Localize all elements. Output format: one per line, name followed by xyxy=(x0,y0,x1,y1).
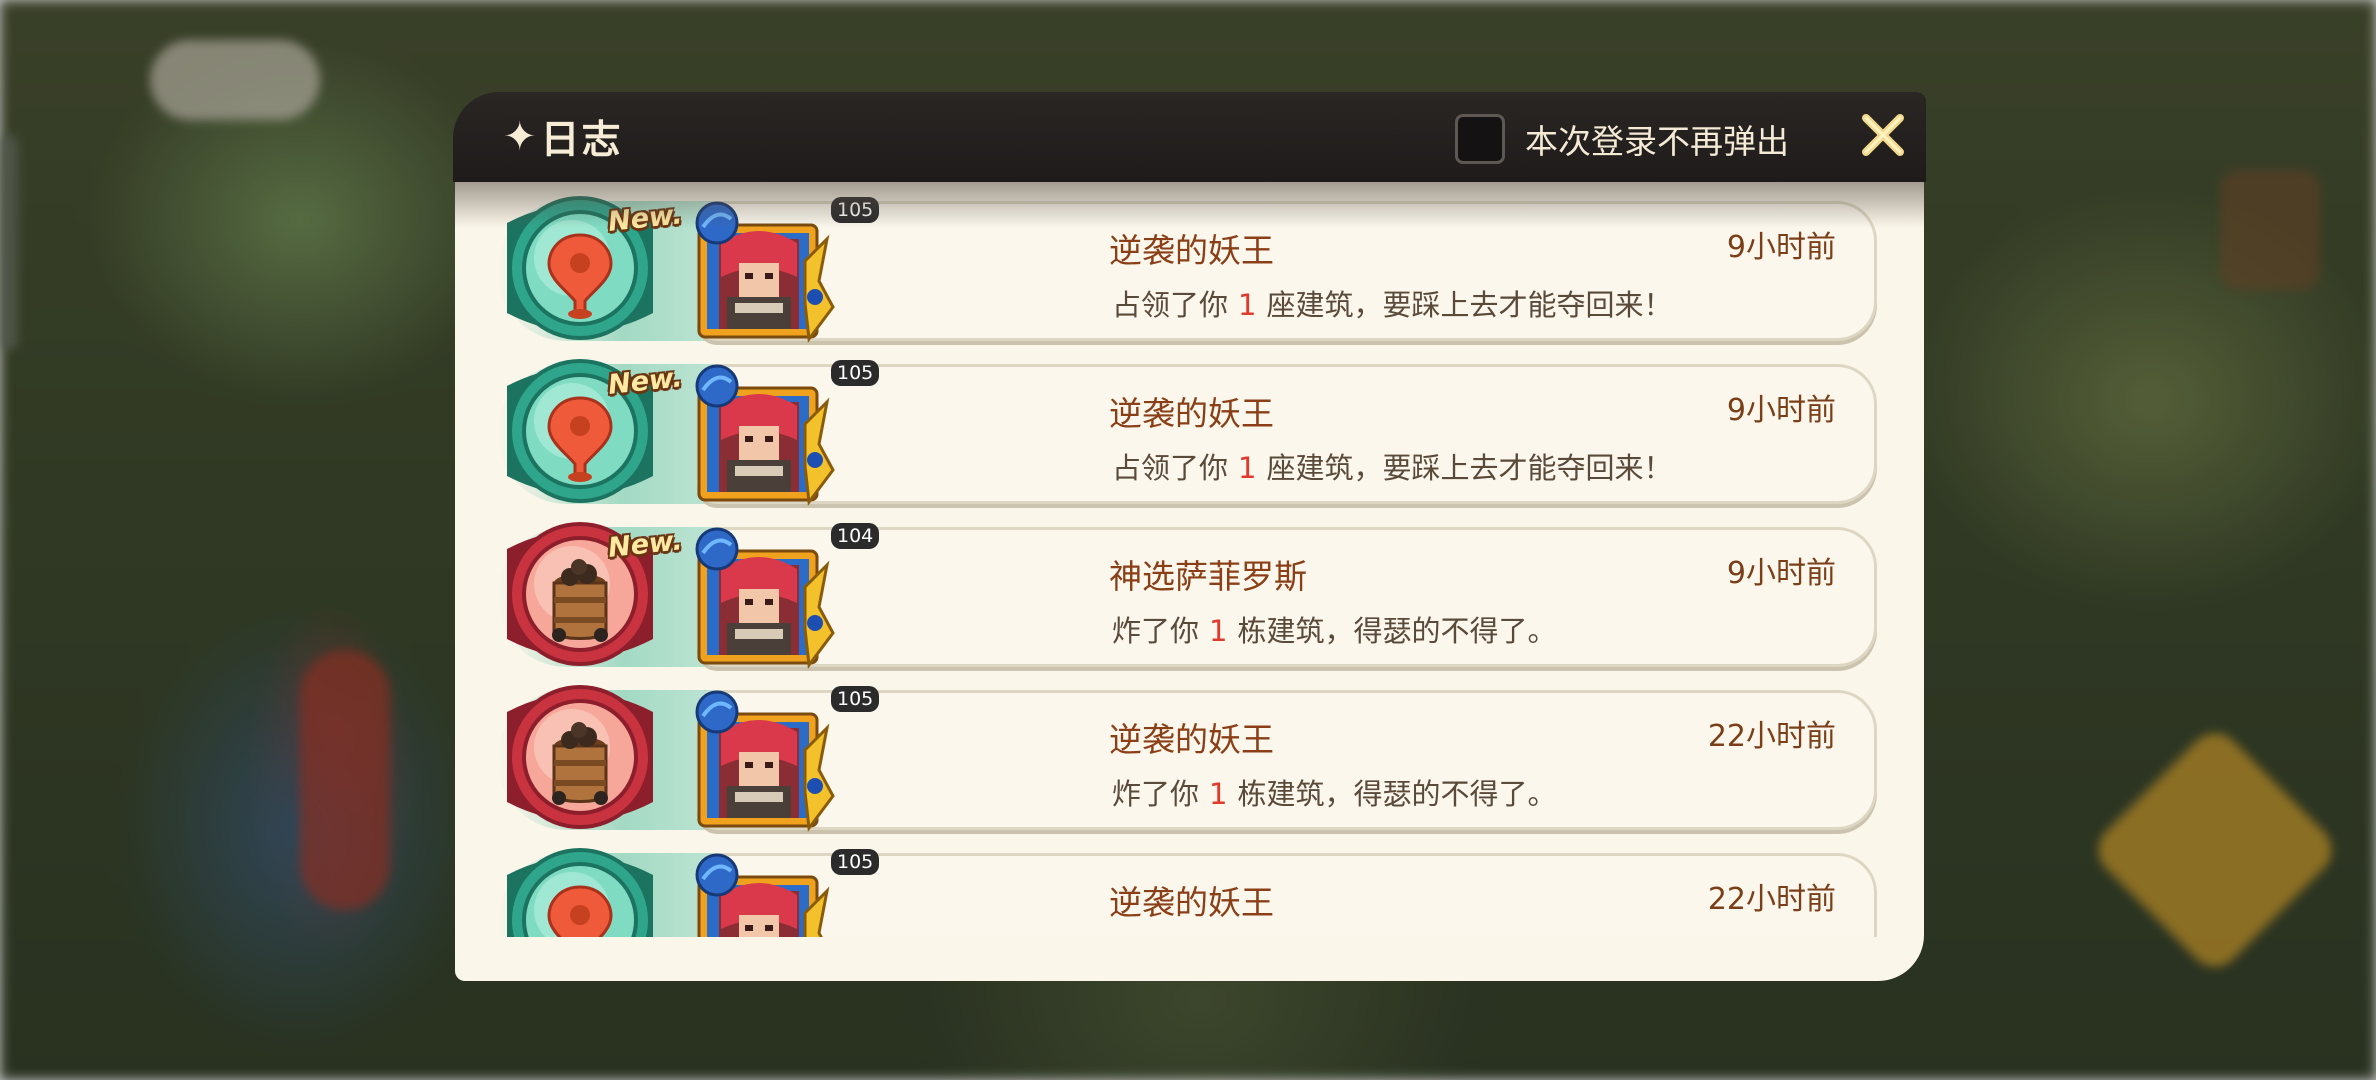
corner-decoration xyxy=(1902,959,1924,981)
message-text-rest: 栋建筑，得瑟的不得了。 xyxy=(1237,614,1557,648)
entry-message: 占领了你 1 座建筑，要踩上去才能夺回来！ xyxy=(1112,445,1672,487)
log-dialog: ✦ 日志 本次登录不再弹出 逆袭的妖王 9小时前 占领了你 1 座建筑，要踩上去… xyxy=(453,92,1926,981)
log-entry[interactable]: 逆袭的妖王 22小时前 炸了你 1 栋建筑，得瑟的不得了。 105 xyxy=(497,682,1897,832)
map-pin-icon xyxy=(507,848,653,937)
dialog-header: ✦ 日志 本次登录不再弹出 xyxy=(453,92,1926,182)
entry-time: 9小时前 xyxy=(1726,230,1836,265)
message-count: 1 xyxy=(1209,777,1228,811)
dont-show-again-toggle[interactable]: 本次登录不再弹出 xyxy=(1455,110,1789,168)
attacker-level: 105 xyxy=(831,849,880,875)
dont-show-label: 本次登录不再弹出 xyxy=(1525,122,1789,161)
attacker-avatar[interactable] xyxy=(687,851,837,937)
log-entry[interactable]: 逆袭的妖王 9小时前 占领了你 1 座建筑，要踩上去才能夺回来！ New. xyxy=(497,356,1897,506)
entry-card: 逆袭的妖王 22小时前 炸了你 1 栋建筑，得瑟的不得了。 xyxy=(697,690,1877,830)
attacker-name: 逆袭的妖王 xyxy=(1109,720,1274,759)
message-text: 占领了你 xyxy=(1112,451,1229,485)
message-text: 炸了你 xyxy=(1112,777,1200,811)
message-text-rest: 座建筑，要踩上去才能夺回来！ xyxy=(1266,288,1673,322)
message-count: 1 xyxy=(1238,288,1257,322)
log-entry[interactable]: 逆袭的妖王 22小时前 105 xyxy=(497,845,1897,937)
entry-time: 22小时前 xyxy=(1707,882,1836,917)
attacker-name: 逆袭的妖王 xyxy=(1109,231,1274,270)
attacker-avatar[interactable] xyxy=(687,525,837,671)
hero-portrait-icon xyxy=(695,527,835,669)
dialog-body: 逆袭的妖王 9小时前 占领了你 1 座建筑，要踩上去才能夺回来！ New. xyxy=(455,182,1924,981)
message-text: 占领了你 xyxy=(1112,288,1229,322)
entry-time: 22小时前 xyxy=(1707,719,1836,754)
entry-message: 炸了你 1 栋建筑，得瑟的不得了。 xyxy=(1112,608,1556,650)
message-text-rest: 座建筑，要踩上去才能夺回来！ xyxy=(1266,451,1673,485)
entry-message: 占领了你 1 座建筑，要踩上去才能夺回来！ xyxy=(1112,282,1672,324)
hero-portrait-icon xyxy=(695,364,835,506)
attacker-avatar[interactable] xyxy=(687,688,837,834)
log-entry[interactable]: 神选萨菲罗斯 9小时前 炸了你 1 栋建筑，得瑟的不得了。 New. 104 xyxy=(497,519,1897,669)
attacker-name: 逆袭的妖王 xyxy=(1109,394,1274,433)
attacker-level: 104 xyxy=(831,523,880,549)
entry-time: 9小时前 xyxy=(1726,556,1836,591)
entry-card: 逆袭的妖王 9小时前 占领了你 1 座建筑，要踩上去才能夺回来！ xyxy=(697,364,1877,504)
attacker-avatar[interactable] xyxy=(687,362,837,508)
log-list[interactable]: 逆袭的妖王 9小时前 占领了你 1 座建筑，要踩上去才能夺回来！ New. xyxy=(455,182,1924,937)
message-text-rest: 栋建筑，得瑟的不得了。 xyxy=(1237,777,1557,811)
powder-barrel-icon xyxy=(507,685,653,829)
close-icon xyxy=(1862,114,1904,156)
occupy-type-badge xyxy=(497,845,663,937)
message-count: 1 xyxy=(1238,451,1257,485)
dont-show-checkbox[interactable] xyxy=(1455,114,1505,164)
close-button[interactable] xyxy=(1855,107,1911,163)
hero-portrait-icon xyxy=(695,690,835,832)
message-text: 炸了你 xyxy=(1112,614,1200,648)
sparkle-icon: ✦ xyxy=(503,114,539,160)
entry-message: 炸了你 1 栋建筑，得瑟的不得了。 xyxy=(1112,771,1556,813)
dialog-title: ✦ 日志 xyxy=(503,112,623,163)
entry-card: 神选萨菲罗斯 9小时前 炸了你 1 栋建筑，得瑟的不得了。 xyxy=(697,527,1877,667)
hero-portrait-icon xyxy=(695,853,830,937)
list-top-shadow xyxy=(455,182,1924,228)
message-count: 1 xyxy=(1209,614,1228,648)
attacker-level: 105 xyxy=(831,686,880,712)
attacker-name: 神选萨菲罗斯 xyxy=(1109,557,1307,596)
attacker-level: 105 xyxy=(831,360,880,386)
bomb-type-badge xyxy=(497,682,663,832)
entry-time: 9小时前 xyxy=(1726,393,1836,428)
attacker-name: 逆袭的妖王 xyxy=(1109,883,1274,922)
dialog-title-text: 日志 xyxy=(540,118,623,163)
